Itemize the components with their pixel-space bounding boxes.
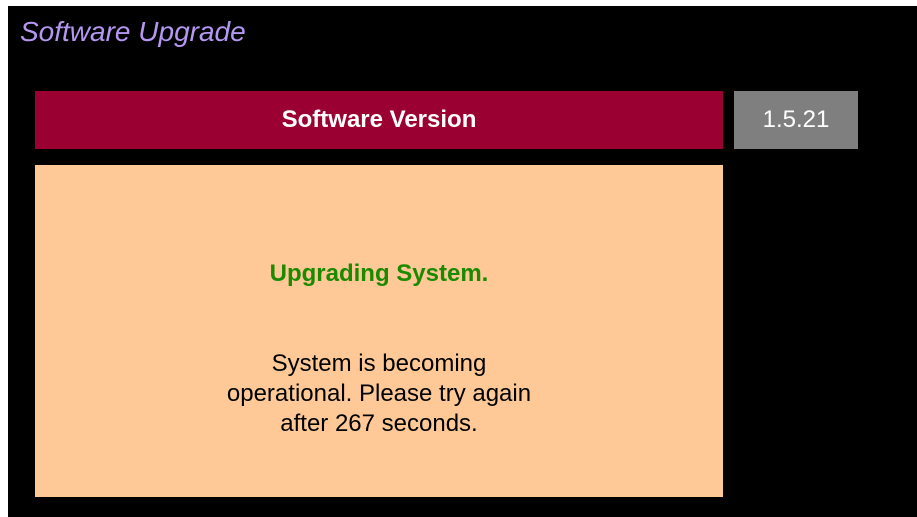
status-message: System is becoming operational. Please t…: [35, 349, 723, 439]
status-panel: Upgrading System. System is becoming ope…: [35, 165, 723, 497]
software-version-label: Software Version: [35, 91, 723, 149]
page-title: Software Upgrade: [20, 16, 246, 47]
upgrade-screen: Software Upgrade Software Version 1.5.21…: [8, 6, 917, 517]
status-message-line: operational. Please try again: [226, 380, 532, 407]
status-message-line: after 267 seconds.: [280, 410, 478, 437]
status-message-line: System is becoming: [271, 350, 487, 377]
status-heading: Upgrading System.: [269, 260, 489, 287]
software-version-value: 1.5.21: [734, 91, 858, 149]
